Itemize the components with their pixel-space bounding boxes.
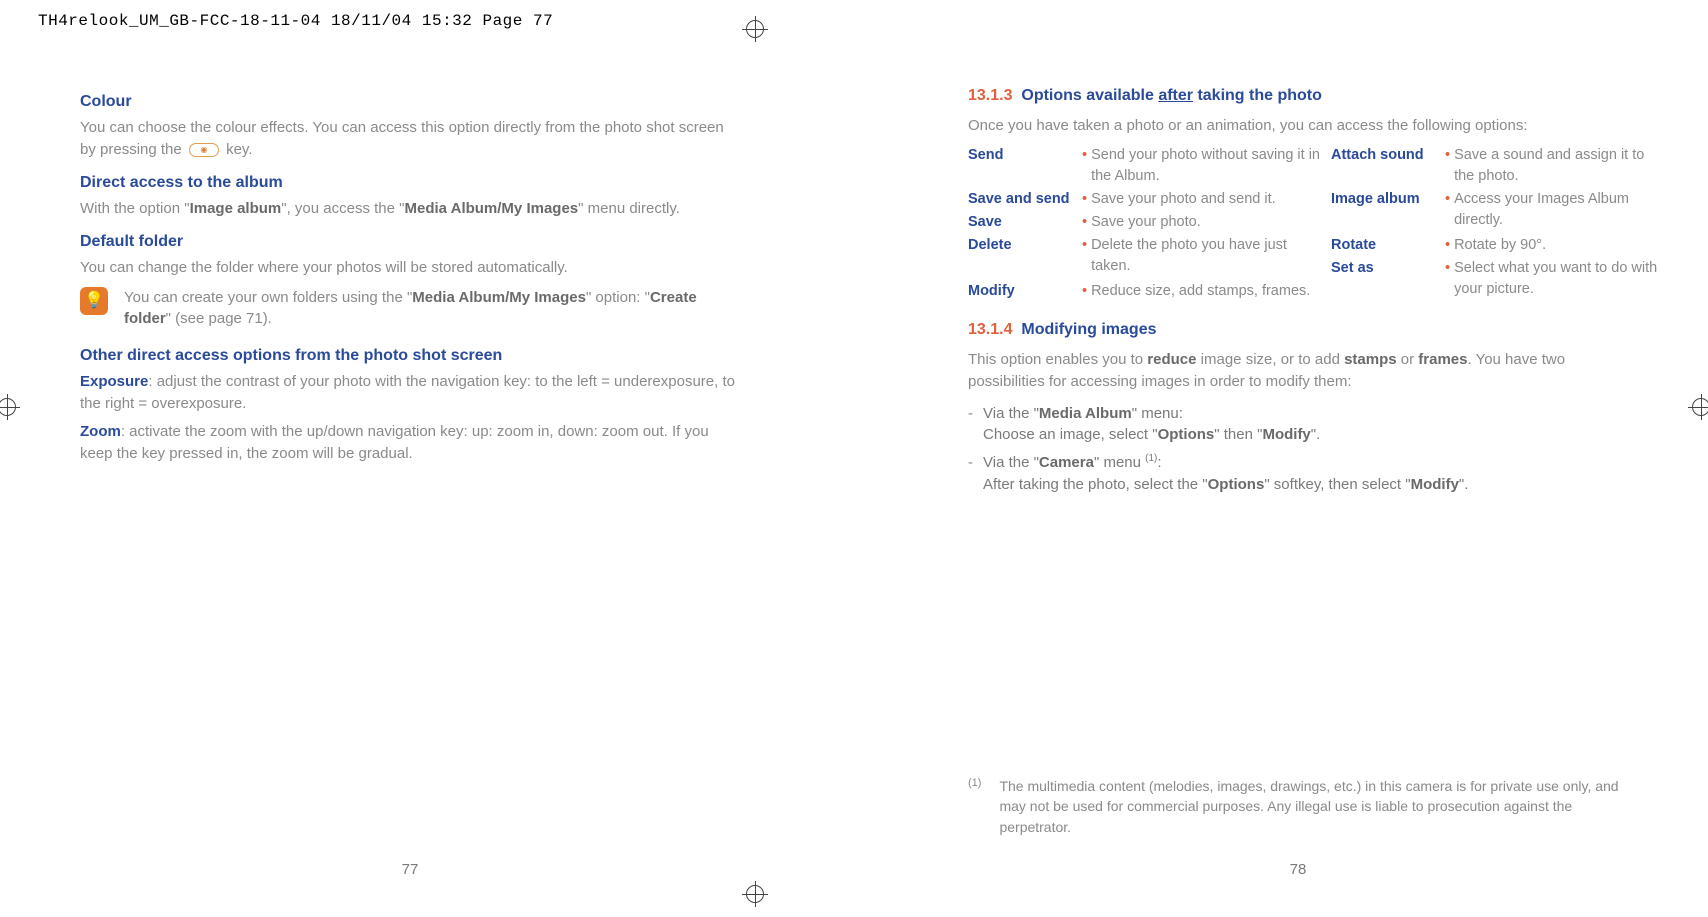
para-colour: You can choose the colour effects. You c… [80,117,740,161]
list-item-camera: - Via the "Camera" menu (1): After takin… [968,452,1628,496]
opt-send-desc: •Send your photo without saving it in th… [1082,145,1327,187]
registration-mark-top [742,16,768,42]
tip-text: You can create your own folders using th… [124,287,740,331]
para-default-folder: You can change the folder where your pho… [80,257,740,279]
page-78: 13.1.3 Options available after taking th… [968,80,1628,887]
opt-album: Image album [1331,189,1441,210]
opt-savesend-desc: •Save your photo and send it. [1082,189,1327,210]
heading-direct-access: Direct access to the album [80,171,740,194]
opt-delete: Delete [968,235,1078,256]
para-modifying-intro: This option enables you to reduce image … [968,349,1628,393]
opt-setas: Set as [1331,258,1441,279]
opt-rotate: Rotate [1331,235,1441,256]
camera-key-icon: ◉ [189,143,219,157]
footnote: (1) The multimedia content (melodies, im… [968,776,1628,837]
opt-attach-desc: •Save a sound and assign it to the photo… [1445,145,1665,187]
list-item-media-album: - Via the "Media Album" menu: Choose an … [968,403,1628,447]
page-number-right: 78 [968,859,1628,881]
opt-save-desc: •Save your photo. [1082,212,1327,233]
heading-default-folder: Default folder [80,230,740,253]
print-slug: TH4relook_UM_GB-FCC-18-11-04 18/11/04 15… [38,10,553,33]
tip-row: 💡 You can create your own folders using … [80,287,740,335]
para-zoom: Zoom: activate the zoom with the up/down… [80,421,740,465]
opt-send: Send [968,145,1078,187]
options-table: Send •Send your photo without saving it … [968,145,1628,302]
opt-album-desc: •Access your Images Album directly. [1445,189,1665,233]
opt-savesend: Save and send [968,189,1078,210]
page-spread: Colour You can choose the colour effects… [80,80,1628,887]
tip-lightbulb-icon: 💡 [80,287,108,315]
heading-colour: Colour [80,90,740,113]
heading-other-options: Other direct access options from the pho… [80,344,740,367]
opt-rotate-desc: •Rotate by 90°. [1445,235,1665,256]
section-13-1-3-title: 13.1.3 Options available after taking th… [968,84,1628,107]
opt-save: Save [968,212,1078,233]
registration-mark-left [0,394,20,420]
para-direct-access: With the option "Image album", you acces… [80,198,740,220]
page-77: Colour You can choose the colour effects… [80,80,740,887]
para-exposure: Exposure: adjust the contrast of your ph… [80,371,740,415]
page-number-left: 77 [80,859,740,881]
opt-modify: Modify [968,281,1078,302]
opt-modify-desc: •Reduce size, add stamps, frames. [1082,281,1327,302]
registration-mark-right [1688,394,1708,420]
opt-attach: Attach sound [1331,145,1441,187]
para-options-intro: Once you have taken a photo or an animat… [968,115,1628,137]
opt-setas-desc: •Select what you want to do with your pi… [1445,258,1665,302]
opt-delete-desc: •Delete the photo you have just taken. [1082,235,1327,279]
section-13-1-4-title: 13.1.4 Modifying images [968,318,1628,341]
